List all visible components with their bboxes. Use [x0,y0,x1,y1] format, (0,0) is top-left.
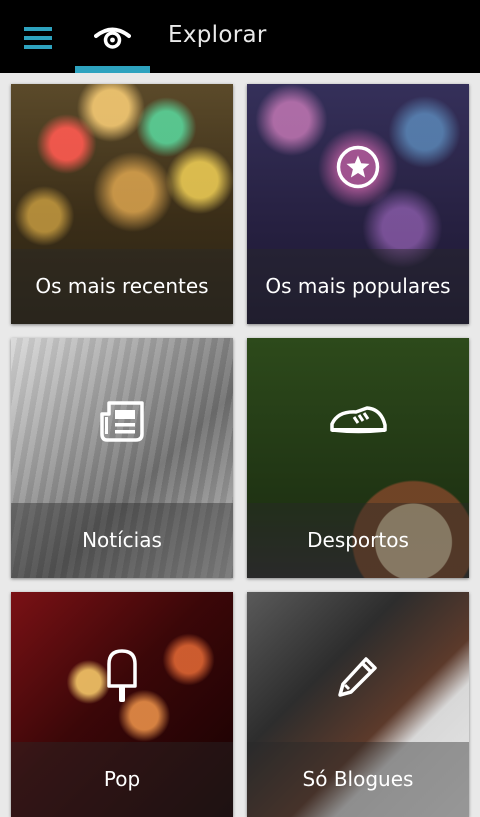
tile-label: Os mais populares [247,249,469,324]
category-grid: Os mais recentes Os mais populares Notíc… [0,73,480,817]
hamburger-menu-icon [24,27,52,31]
menu-button[interactable] [24,27,52,49]
page-title: Explorar [168,22,267,48]
popsicle-icon [107,649,137,702]
tile-most-recent[interactable]: Os mais recentes [11,84,233,324]
pencil-icon [338,657,377,697]
tile-most-popular[interactable]: Os mais populares [247,84,469,324]
tab-discover[interactable] [75,0,150,73]
newspaper-icon [100,401,144,442]
tile-label: Só Blogues [247,742,469,817]
active-tab-indicator [75,66,150,73]
tile-label: Pop [11,742,233,817]
star-circle-icon [336,145,380,189]
tile-pop[interactable]: Pop [11,592,233,817]
tile-label: Desportos [247,503,469,578]
sneaker-icon [330,406,387,434]
top-bar: Explorar [0,0,480,73]
tile-news[interactable]: Notícias [11,338,233,578]
tile-blogs-only[interactable]: Só Blogues [247,592,469,817]
tile-label: Os mais recentes [11,249,233,324]
tile-sports[interactable]: Desportos [247,338,469,578]
eye-icon [94,27,131,49]
tile-label: Notícias [11,503,233,578]
